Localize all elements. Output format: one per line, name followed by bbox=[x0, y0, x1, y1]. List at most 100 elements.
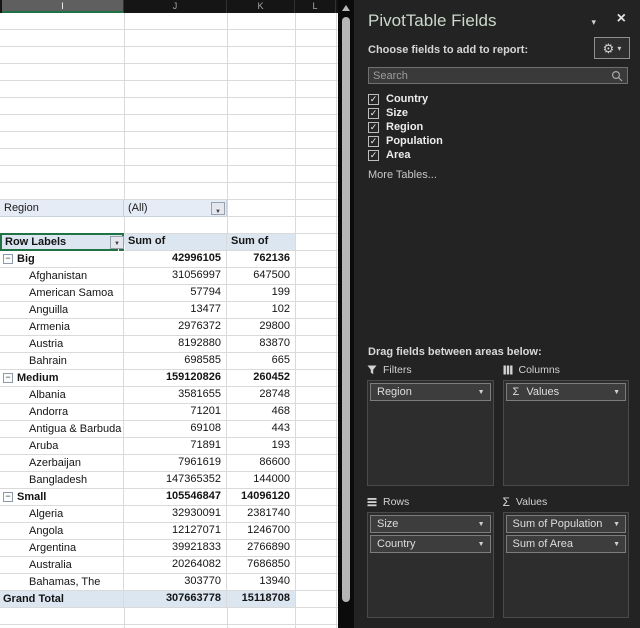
population-value-cell[interactable]: 698585 bbox=[124, 353, 227, 369]
tools-button[interactable]: ⚙ ▾ bbox=[594, 37, 630, 59]
population-value-cell[interactable]: 71201 bbox=[124, 404, 227, 420]
sum-of-area-header-cell[interactable]: Sum of Area bbox=[227, 234, 295, 250]
pivot-label-cell[interactable]: − Albania bbox=[0, 387, 124, 403]
chevron-down-icon[interactable]: ▼ bbox=[613, 389, 620, 396]
collapse-icon[interactable]: − bbox=[3, 373, 13, 383]
field-item-population[interactable]: ✓ Population bbox=[368, 134, 443, 148]
area-value-cell[interactable]: 15118708 bbox=[227, 591, 295, 607]
chevron-down-icon[interactable]: ▼ bbox=[613, 521, 620, 528]
population-value-cell[interactable]: 147365352 bbox=[124, 472, 227, 488]
pivot-label-cell[interactable]: − Bangladesh bbox=[0, 472, 124, 488]
pivot-label-cell[interactable]: − Antigua & Barbuda bbox=[0, 421, 124, 437]
pivot-label-cell[interactable]: − Australia bbox=[0, 557, 124, 573]
population-value-cell[interactable]: 31056997 bbox=[124, 268, 227, 284]
population-value-cell[interactable]: 3581655 bbox=[124, 387, 227, 403]
population-value-cell[interactable]: 71891 bbox=[124, 438, 227, 454]
population-value-cell[interactable]: 20264082 bbox=[124, 557, 227, 573]
population-value-cell[interactable]: 69108 bbox=[124, 421, 227, 437]
values-area-box[interactable]: Sum of Population ▼ Sum of Area ▼ bbox=[503, 512, 630, 618]
population-value-cell[interactable]: 32930091 bbox=[124, 506, 227, 522]
pivot-label-cell[interactable]: − Medium bbox=[0, 370, 124, 386]
rows-pill-size[interactable]: Size ▼ bbox=[370, 515, 491, 533]
sheet-vertical-scrollbar[interactable] bbox=[338, 0, 354, 628]
checkbox-checked-icon[interactable]: ✓ bbox=[368, 150, 379, 161]
pivot-label-cell[interactable]: − Small bbox=[0, 489, 124, 505]
population-value-cell[interactable]: 7961619 bbox=[124, 455, 227, 471]
population-value-cell[interactable]: 12127071 bbox=[124, 523, 227, 539]
area-value-cell[interactable]: 665 bbox=[227, 353, 295, 369]
pivot-label-cell[interactable]: − Aruba bbox=[0, 438, 124, 454]
filters-area-box[interactable]: Region ▼ bbox=[367, 380, 494, 486]
area-value-cell[interactable]: 199 bbox=[227, 285, 295, 301]
row-labels-dropdown-button[interactable]: ▼ bbox=[110, 236, 124, 249]
pivot-label-cell[interactable]: − Big bbox=[0, 251, 124, 267]
more-tables-link[interactable]: More Tables... bbox=[368, 169, 437, 181]
area-value-cell[interactable]: 1246700 bbox=[227, 523, 295, 539]
population-value-cell[interactable]: 13477 bbox=[124, 302, 227, 318]
chevron-down-icon[interactable]: ▼ bbox=[478, 541, 485, 548]
column-header-i[interactable]: I bbox=[2, 0, 124, 13]
checkbox-checked-icon[interactable]: ✓ bbox=[368, 136, 379, 147]
chevron-down-icon[interactable]: ▼ bbox=[478, 389, 485, 396]
population-value-cell[interactable]: 2976372 bbox=[124, 319, 227, 335]
rows-area-box[interactable]: Size ▼ Country ▼ bbox=[367, 512, 494, 618]
area-value-cell[interactable]: 86600 bbox=[227, 455, 295, 471]
area-value-cell[interactable]: 14096120 bbox=[227, 489, 295, 505]
population-value-cell[interactable]: 42996105 bbox=[124, 251, 227, 267]
area-value-cell[interactable]: 13940 bbox=[227, 574, 295, 590]
checkbox-checked-icon[interactable]: ✓ bbox=[368, 122, 379, 133]
scrollbar-thumb[interactable] bbox=[342, 17, 350, 602]
area-value-cell[interactable]: 647500 bbox=[227, 268, 295, 284]
pivot-label-cell[interactable]: − Angola bbox=[0, 523, 124, 539]
chevron-down-icon[interactable]: ▼ bbox=[613, 541, 620, 548]
population-value-cell[interactable]: 105546847 bbox=[124, 489, 227, 505]
population-value-cell[interactable]: 57794 bbox=[124, 285, 227, 301]
pivot-label-cell[interactable]: − American Samoa bbox=[0, 285, 124, 301]
area-value-cell[interactable]: 7686850 bbox=[227, 557, 295, 573]
pivot-label-cell[interactable]: − Armenia bbox=[0, 319, 124, 335]
area-value-cell[interactable]: 193 bbox=[227, 438, 295, 454]
filter-dropdown-button[interactable]: ▼ bbox=[211, 202, 225, 215]
pivot-label-cell[interactable]: − Andorra bbox=[0, 404, 124, 420]
rows-pill-country[interactable]: Country ▼ bbox=[370, 535, 491, 553]
column-header-l[interactable]: L bbox=[295, 0, 336, 13]
population-value-cell[interactable]: 159120826 bbox=[124, 370, 227, 386]
search-input[interactable] bbox=[369, 68, 627, 83]
pivot-label-cell[interactable]: − Bahamas, The bbox=[0, 574, 124, 590]
area-value-cell[interactable]: 260452 bbox=[227, 370, 295, 386]
field-item-size[interactable]: ✓ Size bbox=[368, 106, 443, 120]
population-value-cell[interactable]: 307663778 bbox=[124, 591, 227, 607]
area-value-cell[interactable]: 762136 bbox=[227, 251, 295, 267]
population-value-cell[interactable]: 303770 bbox=[124, 574, 227, 590]
field-item-country[interactable]: ✓ Country bbox=[368, 92, 443, 106]
pivot-label-cell[interactable]: − Anguilla bbox=[0, 302, 124, 318]
area-value-cell[interactable]: 83870 bbox=[227, 336, 295, 352]
values-pill-sum-of-area[interactable]: Sum of Area ▼ bbox=[506, 535, 627, 553]
area-value-cell[interactable]: 28748 bbox=[227, 387, 295, 403]
pivot-label-cell[interactable]: − Austria bbox=[0, 336, 124, 352]
area-value-cell[interactable]: 29800 bbox=[227, 319, 295, 335]
pane-menu-arrow-icon[interactable]: ▾ bbox=[591, 17, 596, 28]
population-value-cell[interactable]: 8192880 bbox=[124, 336, 227, 352]
area-value-cell[interactable]: 2766890 bbox=[227, 540, 295, 556]
filters-pill-region[interactable]: Region ▼ bbox=[370, 383, 491, 401]
pivot-label-cell[interactable]: − Afghanistan bbox=[0, 268, 124, 284]
sum-of-population-header-cell[interactable]: Sum of Population bbox=[124, 234, 227, 250]
pane-close-icon[interactable]: × bbox=[617, 10, 626, 28]
area-value-cell[interactable]: 2381740 bbox=[227, 506, 295, 522]
population-value-cell[interactable]: 39921833 bbox=[124, 540, 227, 556]
field-item-region[interactable]: ✓ Region bbox=[368, 120, 443, 134]
column-header-k[interactable]: K bbox=[227, 0, 295, 13]
columns-pill-values[interactable]: Σ Values ▼ bbox=[506, 383, 627, 401]
area-value-cell[interactable]: 468 bbox=[227, 404, 295, 420]
row-labels-header-cell[interactable]: Row Labels bbox=[0, 234, 124, 250]
collapse-icon[interactable]: − bbox=[3, 254, 13, 264]
columns-area-box[interactable]: Σ Values ▼ bbox=[503, 380, 630, 486]
pivot-label-cell[interactable]: − Grand Total bbox=[0, 591, 124, 607]
collapse-icon[interactable]: − bbox=[3, 492, 13, 502]
pivot-label-cell[interactable]: − Bahrain bbox=[0, 353, 124, 369]
values-pill-sum-of-population[interactable]: Sum of Population ▼ bbox=[506, 515, 627, 533]
chevron-down-icon[interactable]: ▼ bbox=[478, 521, 485, 528]
filter-label-cell[interactable]: Region bbox=[0, 200, 124, 217]
area-value-cell[interactable]: 102 bbox=[227, 302, 295, 318]
